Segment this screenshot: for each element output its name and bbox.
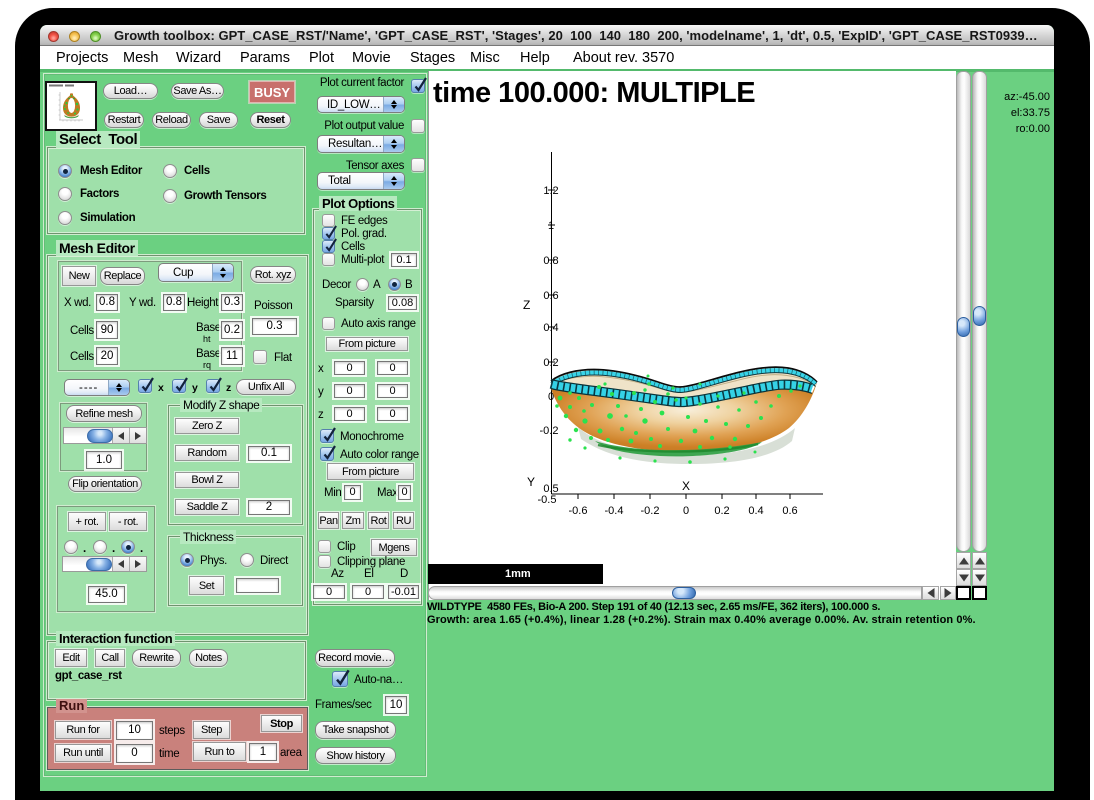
svg-text:0: 0 xyxy=(683,505,689,517)
svg-text:1: 1 xyxy=(548,220,554,232)
svg-text:-0.4: -0.4 xyxy=(605,505,624,517)
svg-text:Z: Z xyxy=(523,298,530,312)
svg-text:0.6: 0.6 xyxy=(782,505,797,517)
svg-text:0.6: 0.6 xyxy=(543,290,558,302)
svg-text:1.2: 1.2 xyxy=(543,185,558,197)
svg-text:0.2: 0.2 xyxy=(714,505,729,517)
svg-text:-0.6: -0.6 xyxy=(569,505,588,517)
svg-text:0.8: 0.8 xyxy=(543,255,558,267)
svg-text:-0.2: -0.2 xyxy=(641,505,660,517)
svg-text:-0.5: -0.5 xyxy=(538,494,557,506)
svg-text:0.2: 0.2 xyxy=(543,357,558,369)
svg-text:X: X xyxy=(682,479,690,493)
svg-text:Y: Y xyxy=(527,475,535,489)
svg-text:0.4: 0.4 xyxy=(543,322,558,334)
svg-text:-0.2: -0.2 xyxy=(540,425,559,437)
svg-text:0.4: 0.4 xyxy=(748,505,763,517)
